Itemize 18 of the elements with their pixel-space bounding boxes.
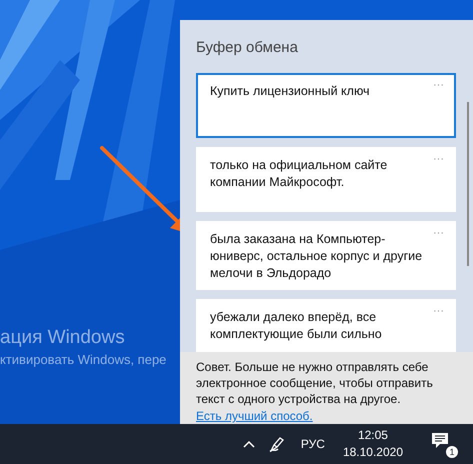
scrollbar[interactable] [467, 102, 469, 266]
tip-text: Совет. Больше не нужно отправлять себе электронное сообщение, чтобы отправить текст с одного устройства на другое. [196, 359, 434, 407]
clipboard-item[interactable]: убежали далеко вперёд, все комплектующие были сильно ··· [196, 299, 456, 352]
watermark-text: ктивировать Windows, пере [0, 352, 166, 367]
notification-badge: 1 [445, 445, 459, 459]
panel-title: Буфер обмена [195, 38, 298, 54]
clipboard-item[interactable]: только на официальном сайте компании Майкрософт. ··· [196, 147, 456, 212]
chevron-up-icon[interactable] [242, 440, 255, 448]
clipboard-item[interactable]: была заказана на Компьютер-юниверс, остальное корпус и другие мелочи в Эльдорадо ··· [196, 221, 456, 290]
language-indicator[interactable]: РУС [300, 437, 325, 451]
clock[interactable]: 12:05 18.10.2020 [342, 427, 403, 461]
notification-icon[interactable] [431, 432, 449, 449]
clock-date: 18.10.2020 [342, 444, 403, 461]
pen-icon[interactable] [268, 436, 285, 452]
clipboard-item[interactable]: Купить лицензионный ключ ··· [196, 73, 456, 138]
clock-time: 12:05 [358, 427, 388, 444]
tip-link[interactable]: Есть лучший способ. [196, 409, 313, 423]
watermark-title: ация Windows [0, 327, 125, 349]
